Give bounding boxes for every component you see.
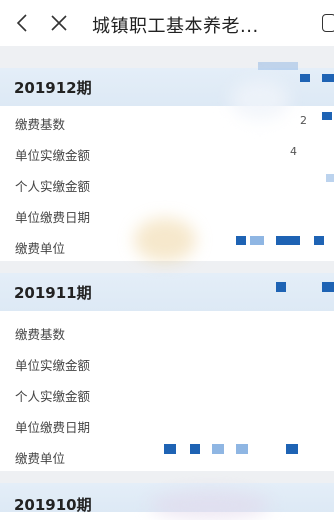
period-title: 201912期 xyxy=(14,79,92,97)
redaction-block xyxy=(276,236,300,245)
redaction-block xyxy=(286,444,298,454)
chevron-left-icon[interactable] xyxy=(10,9,34,37)
redaction-block xyxy=(314,236,324,245)
more-icon[interactable] xyxy=(322,14,334,32)
redaction-block xyxy=(236,236,246,245)
row-label: 个人实缴金额 xyxy=(15,389,91,404)
page-title: 城镇职工基本养老... xyxy=(92,16,259,37)
top-bar: 城镇职工基本养老... xyxy=(0,0,334,46)
blur-patch xyxy=(150,490,270,520)
row-unit-paid: 单位实缴金额 4 xyxy=(0,137,334,169)
redaction-block xyxy=(322,112,332,120)
row-label: 单位缴费日期 xyxy=(15,420,91,435)
section-gap xyxy=(0,471,334,483)
redaction-block xyxy=(250,236,264,245)
row-base: 缴费基数 xyxy=(0,316,334,348)
period-title: 201911期 xyxy=(14,284,92,302)
row-label: 缴费单位 xyxy=(15,451,66,466)
section-gap xyxy=(0,261,334,273)
row-value: 2 xyxy=(300,114,307,127)
row-unit-paid: 单位实缴金额 xyxy=(0,347,334,379)
redaction-block xyxy=(212,444,224,454)
row-value: 4 xyxy=(290,145,297,158)
redaction-block xyxy=(258,62,298,70)
row-label: 单位实缴金额 xyxy=(15,358,91,373)
row-unit-date: 单位缴费日期 xyxy=(0,409,334,441)
row-label: 单位缴费日期 xyxy=(15,210,91,225)
row-label: 缴费单位 xyxy=(15,241,66,256)
blur-patch xyxy=(134,218,196,262)
redaction-block xyxy=(322,282,334,292)
row-label: 缴费基数 xyxy=(15,327,66,342)
redaction-block xyxy=(236,444,248,454)
redaction-block xyxy=(164,444,176,454)
row-personal-paid: 个人实缴金额 xyxy=(0,378,334,410)
row-personal-paid: 个人实缴金额 xyxy=(0,168,334,200)
redaction-block xyxy=(190,444,200,454)
row-label: 单位实缴金额 xyxy=(15,148,91,163)
row-label: 缴费基数 xyxy=(15,117,66,132)
period-header: 201911期 xyxy=(0,273,334,311)
redaction-block xyxy=(322,74,334,82)
redaction-block xyxy=(326,174,334,182)
blur-patch xyxy=(230,80,290,120)
row-label: 个人实缴金额 xyxy=(15,179,91,194)
redaction-block xyxy=(300,74,310,82)
redaction-block xyxy=(276,282,286,292)
close-icon[interactable] xyxy=(46,9,72,37)
